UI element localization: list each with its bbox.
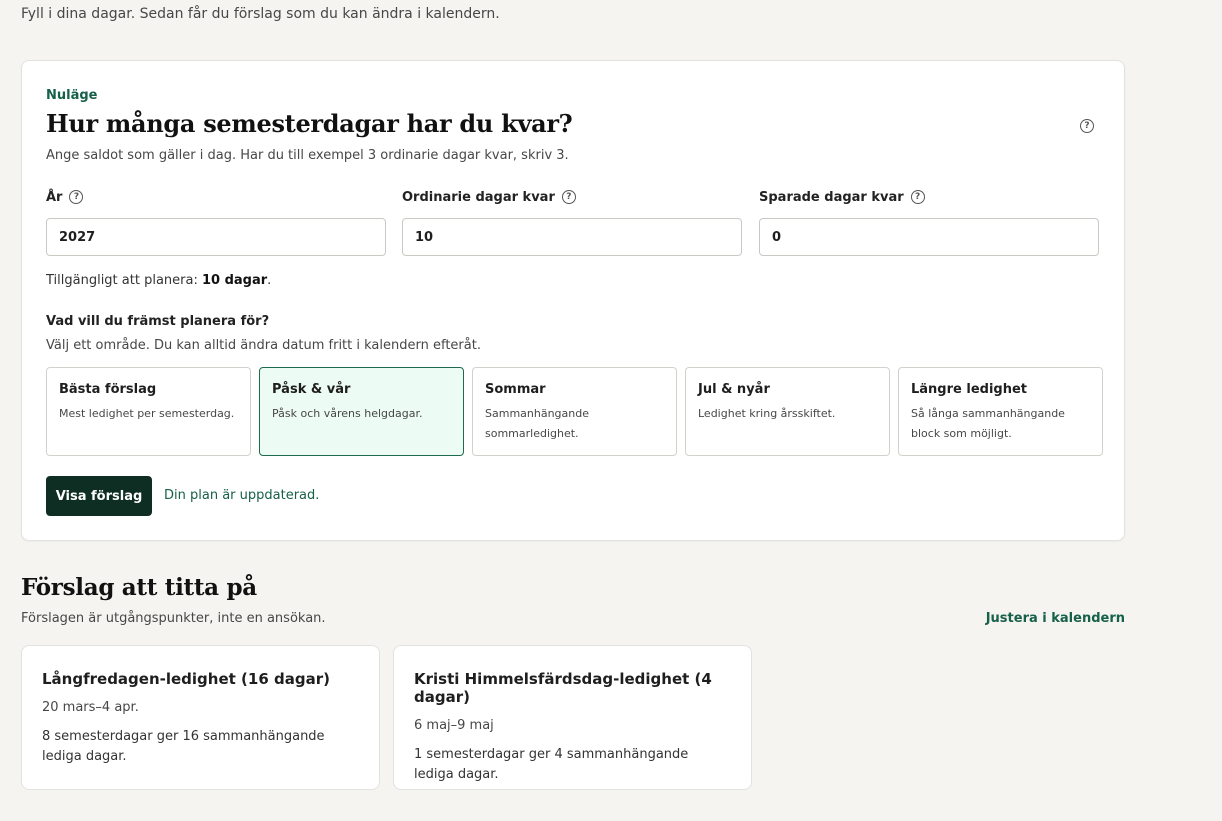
year-label: År ? <box>46 188 386 206</box>
suggestion-dates: 6 maj–9 maj <box>414 718 494 733</box>
suggestions-title: Förslag att titta på <box>21 574 257 601</box>
adjust-in-calendar-link[interactable]: Justera i kalendern <box>986 611 1125 626</box>
current-balance-card: Nuläge Hur många semesterdagar har du kv… <box>21 60 1125 541</box>
suggestion-title: Långfredagen-ledighet (16 dagar) <box>42 670 330 688</box>
available-prefix: Tillgängligt att planera: <box>46 273 202 288</box>
option-desc: Så långa sammanhängande block som möjlig… <box>911 407 1065 440</box>
saved-days-label: Sparade dagar kvar ? <box>759 188 1099 206</box>
ordinary-days-field: Ordinarie dagar kvar ? <box>402 188 742 256</box>
year-label-text: År <box>46 189 63 205</box>
option-easter-spring[interactable]: Påsk & vår Påsk och vårens helgdagar. <box>259 367 464 456</box>
option-best[interactable]: Bästa förslag Mest ledighet per semester… <box>46 367 251 456</box>
suggestion-list: Långfredagen-ledighet (16 dagar) 20 mars… <box>21 645 752 790</box>
year-field: År ? <box>46 188 386 256</box>
option-title: Bästa förslag <box>59 382 157 397</box>
focus-question: Vad vill du främst planera för? <box>46 314 270 329</box>
option-title: Påsk & vår <box>272 382 351 397</box>
suggestion-card[interactable]: Kristi Himmelsfärdsdag-ledighet (4 dagar… <box>393 645 752 790</box>
option-title: Sommar <box>485 382 546 397</box>
option-christmas-newyear[interactable]: Jul & nyår Ledighet kring årsskiftet. <box>685 367 890 456</box>
option-title: Jul & nyår <box>698 382 770 397</box>
option-desc: Ledighet kring årsskiftet. <box>698 407 836 420</box>
saved-days-label-text: Sparade dagar kvar <box>759 189 904 205</box>
ordinary-days-label-text: Ordinarie dagar kvar <box>402 189 555 205</box>
option-longer-leave[interactable]: Längre ledighet Så långa sammanhängande … <box>898 367 1103 456</box>
balance-instructions: Ange saldot som gäller i dag. Har du til… <box>46 148 569 163</box>
option-desc: Påsk och vårens helgdagar. <box>272 407 423 420</box>
available-suffix: . <box>267 273 272 288</box>
suggestion-desc: 8 semesterdagar ger 16 sammanhängande le… <box>42 729 325 764</box>
ordinary-days-label: Ordinarie dagar kvar ? <box>402 188 742 206</box>
suggestions-subtitle: Förslagen är utgångspunkter, inte en ans… <box>21 611 326 626</box>
suggestion-title: Kristi Himmelsfärdsdag-ledighet (4 dagar… <box>414 670 712 706</box>
focus-options: Bästa förslag Mest ledighet per semester… <box>46 367 1103 456</box>
question-circle-icon[interactable]: ? <box>1080 119 1094 133</box>
plan-status: Din plan är uppdaterad. <box>164 488 320 503</box>
saved-days-field: Sparade dagar kvar ? <box>759 188 1099 256</box>
question-circle-icon[interactable]: ? <box>561 190 576 204</box>
intro-text: Fyll i dina dagar. Sedan får du förslag … <box>21 6 500 22</box>
option-desc: Mest ledighet per semesterdag. <box>59 407 235 420</box>
section-eyebrow: Nuläge <box>46 88 98 103</box>
suggestion-dates: 20 mars–4 apr. <box>42 700 139 715</box>
option-title: Längre ledighet <box>911 382 1027 397</box>
question-circle-icon[interactable]: ? <box>910 190 925 204</box>
question-circle-icon[interactable]: ? <box>69 190 84 204</box>
option-desc: Sammanhängande sommarledighet. <box>485 407 589 440</box>
suggestion-card[interactable]: Långfredagen-ledighet (16 dagar) 20 mars… <box>21 645 380 790</box>
available-value: 10 dagar <box>201 273 268 288</box>
focus-question-hint: Välj ett område. Du kan alltid ändra dat… <box>46 338 481 353</box>
saved-days-input[interactable] <box>759 218 1099 256</box>
available-days-text: Tillgängligt att planera: 10 dagar. <box>46 273 271 288</box>
suggestion-desc: 1 semesterdagar ger 4 sammanhängande led… <box>414 747 689 782</box>
option-summer[interactable]: Sommar Sammanhängande sommarledighet. <box>472 367 677 456</box>
ordinary-days-input[interactable] <box>402 218 742 256</box>
show-suggestions-button[interactable]: Visa förslag <box>46 476 152 516</box>
year-input[interactable] <box>46 218 386 256</box>
page-title: Hur många semesterdagar har du kvar? <box>46 109 573 138</box>
